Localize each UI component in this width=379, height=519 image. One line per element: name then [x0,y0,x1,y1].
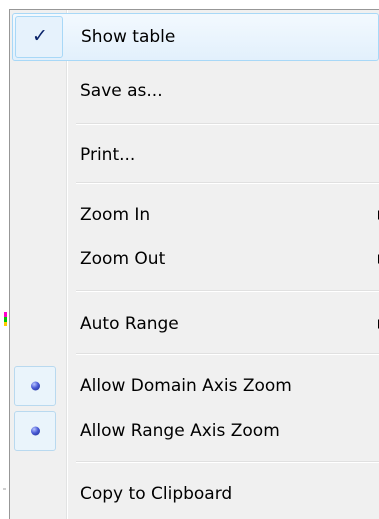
menu-item-label: Auto Range [80,314,179,334]
menu-item-label: Allow Range Axis Zoom [80,421,280,441]
radio-dot-icon [31,381,40,391]
check-icon-box: ✓ [15,16,63,58]
radio-icon-box [14,366,56,406]
menu-item-save-as[interactable]: Save as... [12,68,379,114]
context-menu: ✓ Show table Save as... Print... Zoom In… [9,9,379,519]
menu-item-allow-range-axis-zoom[interactable]: Allow Range Axis Zoom [12,408,379,454]
menu-separator [76,123,379,125]
menu-separator [76,182,379,184]
menu-item-label: Print... [80,145,136,165]
menu-item-label: Copy to Clipboard [80,484,233,504]
menu-item-show-table[interactable]: ✓ Show table [12,13,379,61]
menu-item-auto-range[interactable]: Auto Range [12,301,379,347]
menu-item-label: Zoom Out [80,249,166,269]
check-icon: ✓ [32,25,48,48]
menu-item-label: Allow Domain Axis Zoom [80,376,292,396]
menu-separator [76,290,379,292]
radio-icon-box [14,411,56,451]
background-axis-tick [3,488,6,490]
radio-dot-icon [31,426,40,436]
menu-item-label: Save as... [80,81,163,101]
menu-separator [76,353,379,355]
menu-separator [76,461,379,463]
menu-item-zoom-in[interactable]: Zoom In [12,192,379,238]
menu-item-label: Show table [81,27,176,47]
page: ✓ Show table Save as... Print... Zoom In… [0,0,379,519]
menu-item-print[interactable]: Print... [12,132,379,178]
menu-item-zoom-out[interactable]: Zoom Out [12,236,379,282]
menu-item-label: Zoom In [80,205,151,225]
menu-item-copy-to-clipboard[interactable]: Copy to Clipboard [12,471,379,517]
background-chart-edge [4,312,7,326]
menu-item-allow-domain-axis-zoom[interactable]: Allow Domain Axis Zoom [12,363,379,409]
